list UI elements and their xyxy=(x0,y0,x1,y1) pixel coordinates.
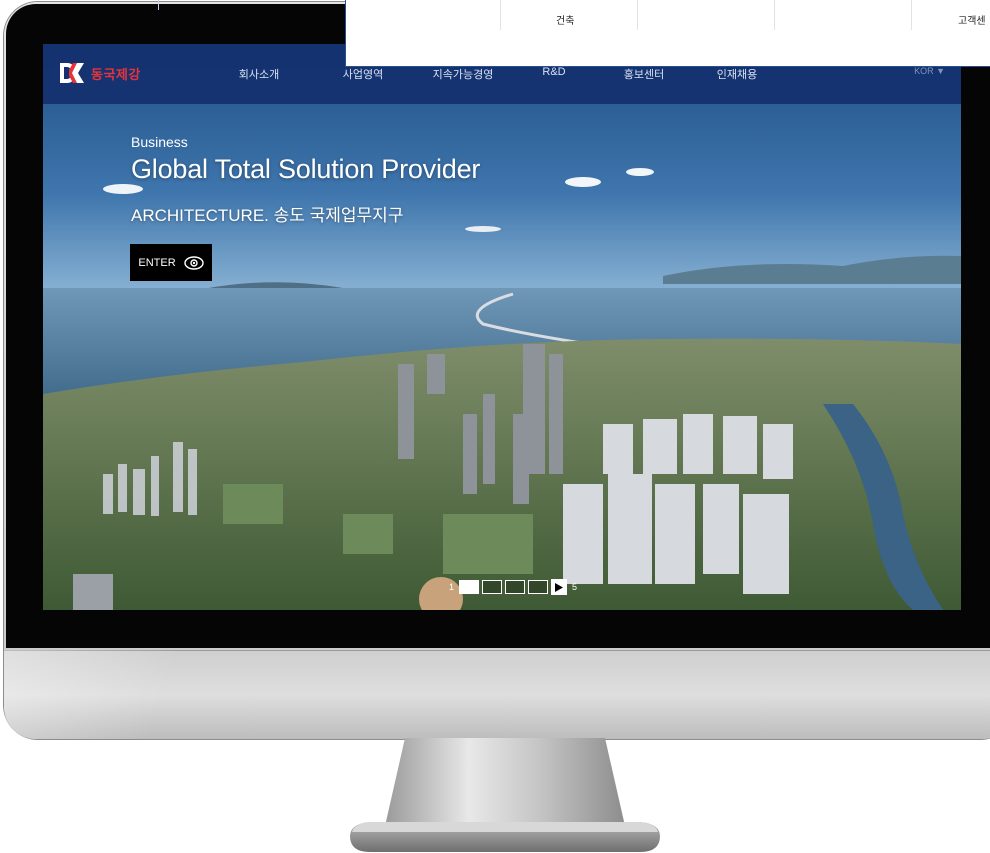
slide-current-number: 1 xyxy=(448,582,454,592)
dk-logo-icon xyxy=(60,63,84,83)
slide-indicator-4[interactable] xyxy=(528,580,548,594)
nav-item-business[interactable]: 사업영역 xyxy=(343,66,383,82)
slide-indicator-2[interactable] xyxy=(482,580,502,594)
menu-edge-line xyxy=(158,0,159,10)
slider-play-button[interactable] xyxy=(551,579,567,595)
nav-item-company[interactable]: 회사소개 xyxy=(239,66,279,82)
slider-controls: 1 5 xyxy=(447,578,579,596)
monitor-stand xyxy=(350,738,660,852)
nav-item-pr-center[interactable]: 홍보센터 xyxy=(624,66,664,82)
nav-item-rnd[interactable]: R&D xyxy=(542,66,565,78)
menu-item-customer-center[interactable]: 고객센 xyxy=(958,12,986,27)
hero-subline: ARCHITECTURE. 송도 국제업무지구 xyxy=(131,206,404,225)
menu-divider xyxy=(911,0,912,30)
slide-indicator-1[interactable] xyxy=(459,580,479,594)
eye-icon xyxy=(183,255,204,270)
chin-reflection xyxy=(4,650,224,739)
nav-item-careers[interactable]: 인재채용 xyxy=(717,66,757,82)
nav-item-sustainability[interactable]: 지속가능경영 xyxy=(433,66,494,82)
slide-indicator-3[interactable] xyxy=(505,580,525,594)
menu-divider xyxy=(500,0,501,30)
language-selector[interactable]: KOR ▼ xyxy=(914,66,945,76)
site-logo[interactable]: 동국제강 xyxy=(59,60,141,86)
mega-menu-panel: 건축 고객센 xyxy=(345,0,990,67)
menu-divider xyxy=(637,0,638,30)
hero-headline: Global Total Solution Provider xyxy=(131,154,481,184)
logo-wordmark: 동국제강 xyxy=(91,66,141,82)
menu-divider xyxy=(774,0,775,30)
menu-item-architecture[interactable]: 건축 xyxy=(556,12,574,27)
enter-button-label: ENTER xyxy=(138,256,176,269)
hero-eyebrow: Business xyxy=(131,134,188,150)
hero-aerial-photo xyxy=(43,44,961,610)
enter-button[interactable]: ENTER xyxy=(130,244,212,281)
website-screen: 동국제강 회사소개 사업영역 지속가능경영 R&D 홍보센터 인재채용 KOR … xyxy=(43,44,961,610)
slide-total-number: 5 xyxy=(571,582,577,592)
play-icon xyxy=(555,582,563,592)
